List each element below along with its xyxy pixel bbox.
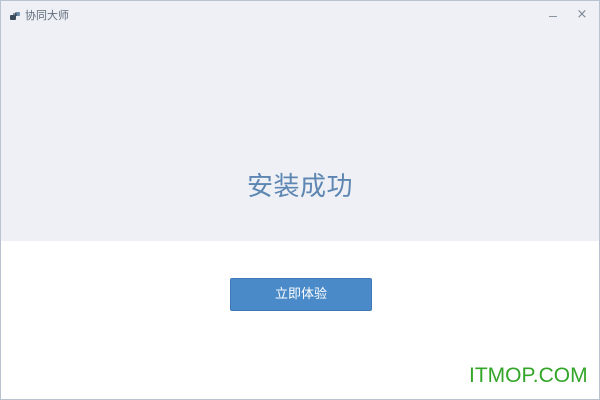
install-success-title: 安装成功: [246, 172, 353, 202]
close-icon: ×: [576, 7, 588, 22]
try-now-button[interactable]: 立即体验: [230, 278, 372, 311]
top-area: 协同大师 × 安装成功: [1, 1, 599, 241]
titlebar: 协同大师 ×: [1, 1, 599, 31]
minimize-button[interactable]: [542, 5, 564, 25]
installer-window: 协同大师 × 安装成功 立即体验 ITMOP.COM: [0, 0, 600, 400]
close-button[interactable]: ×: [571, 5, 593, 25]
app-icon: [10, 12, 20, 20]
window-title: 协同大师: [25, 9, 69, 22]
minimize-icon: [549, 15, 557, 17]
site-watermark: ITMOP.COM: [469, 364, 588, 387]
